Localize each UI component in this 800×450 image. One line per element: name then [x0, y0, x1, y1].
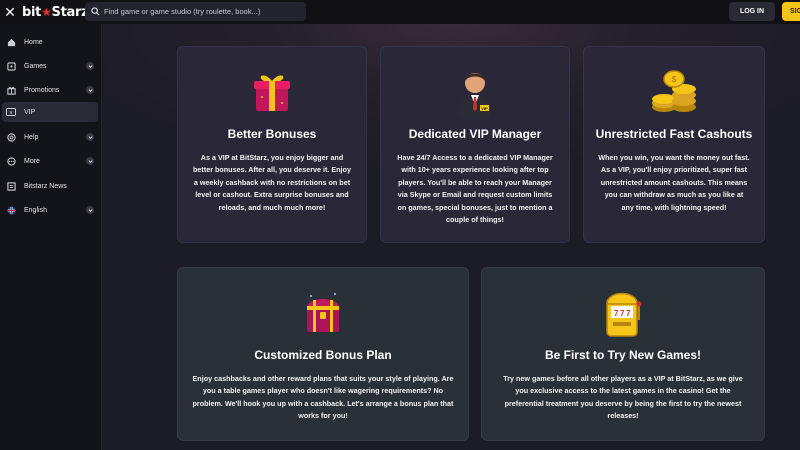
promotions-icon: [6, 85, 16, 95]
more-icon: [6, 156, 16, 166]
gift-box-icon: [178, 67, 366, 115]
sidebar-item-label: Games: [24, 62, 47, 70]
sidebar-item-vip[interactable]: V VIP: [2, 102, 98, 122]
bitstarz-logo[interactable]: bit★Starz: [22, 4, 89, 20]
search-input[interactable]: [104, 7, 304, 16]
chevron-down-icon[interactable]: [86, 206, 94, 214]
sidebar-item-news[interactable]: Bitstarz News: [2, 176, 98, 196]
treasure-chest-icon: [178, 288, 468, 336]
benefit-card-cashouts: $ Unrestricted Fast Cashouts When you wi…: [583, 46, 765, 243]
card-description: As a VIP at BitStarz, you enjoy bigger a…: [193, 153, 351, 212]
sidebar-item-home[interactable]: Home: [2, 32, 98, 52]
sidebar-item-label: More: [24, 157, 40, 165]
sidebar-item-promotions[interactable]: Promotions: [2, 80, 98, 100]
sidebar-item-language[interactable]: English: [2, 200, 98, 220]
sidebar-item-label: Promotions: [24, 86, 60, 94]
top-bar: ✕ bit★Starz LOG IN SIG: [0, 0, 800, 24]
search-icon: [91, 7, 100, 16]
svg-text:7: 7: [614, 309, 619, 318]
svg-text:7: 7: [620, 309, 625, 318]
card-description: When you win, you want the money out fas…: [598, 153, 750, 212]
uk-flag-icon: [6, 205, 16, 215]
help-icon: [6, 132, 16, 142]
chevron-down-icon[interactable]: [86, 62, 94, 70]
sidebar-item-label: VIP: [24, 108, 36, 116]
signup-button[interactable]: SIG: [782, 2, 800, 21]
gold-coins-icon: $: [584, 67, 764, 115]
login-button[interactable]: LOG IN: [729, 2, 775, 21]
vip-manager-icon: VIP: [381, 65, 569, 117]
slot-machine-icon: 7 7 7: [482, 288, 764, 338]
svg-text:$: $: [672, 75, 677, 84]
sidebar-item-more[interactable]: More: [2, 151, 98, 171]
sidebar-item-label: Bitstarz News: [24, 182, 67, 190]
chevron-down-icon[interactable]: [86, 133, 94, 141]
sidebar: Home Games Promotions V VIP Help More Bi…: [0, 24, 102, 450]
svg-text:7: 7: [626, 309, 631, 318]
news-icon: [6, 181, 16, 191]
sidebar-item-label: Help: [24, 133, 39, 141]
logo-star-icon: ★: [41, 4, 52, 19]
benefit-card-bonus-plan: Customized Bonus Plan Enjoy cashbacks an…: [177, 267, 469, 441]
card-description: Have 24/7 Access to a dedicated VIP Mana…: [397, 153, 553, 225]
benefit-card-bonuses: Better Bonuses As a VIP at BitStarz, you…: [177, 46, 367, 243]
home-icon: [6, 37, 16, 47]
card-title: Dedicated VIP Manager: [408, 127, 542, 141]
card-title: Customized Bonus Plan: [254, 348, 392, 362]
sidebar-item-label: English: [24, 206, 47, 214]
benefit-card-vip-manager: VIP Dedicated VIP Manager Have 24/7 Acce…: [380, 46, 570, 243]
logo-text-left: bit: [22, 4, 42, 20]
card-description: Try new games before all other players a…: [503, 374, 743, 421]
card-title: Be First to Try New Games!: [544, 348, 702, 362]
sidebar-item-games[interactable]: Games: [2, 56, 98, 76]
benefit-card-new-games: 7 7 7 Be First to Try New Games! Try new…: [481, 267, 765, 441]
vip-benefits-section: Better Bonuses As a VIP at BitStarz, you…: [103, 24, 800, 450]
sidebar-item-help[interactable]: Help: [2, 127, 98, 147]
svg-text:VIP: VIP: [481, 106, 488, 111]
chevron-down-icon[interactable]: [86, 157, 94, 165]
card-title: Better Bonuses: [227, 127, 317, 141]
svg-text:V: V: [9, 110, 12, 115]
vip-icon: V: [6, 107, 16, 117]
search-bar[interactable]: [85, 2, 306, 21]
card-title: Unrestricted Fast Cashouts: [595, 127, 753, 141]
chevron-down-icon[interactable]: [86, 86, 94, 94]
close-icon[interactable]: ✕: [0, 0, 20, 24]
logo-text-right: Starz: [51, 4, 89, 20]
card-description: Enjoy cashbacks and other reward plans t…: [192, 374, 454, 421]
games-icon: [6, 61, 16, 71]
sidebar-item-label: Home: [24, 38, 43, 46]
